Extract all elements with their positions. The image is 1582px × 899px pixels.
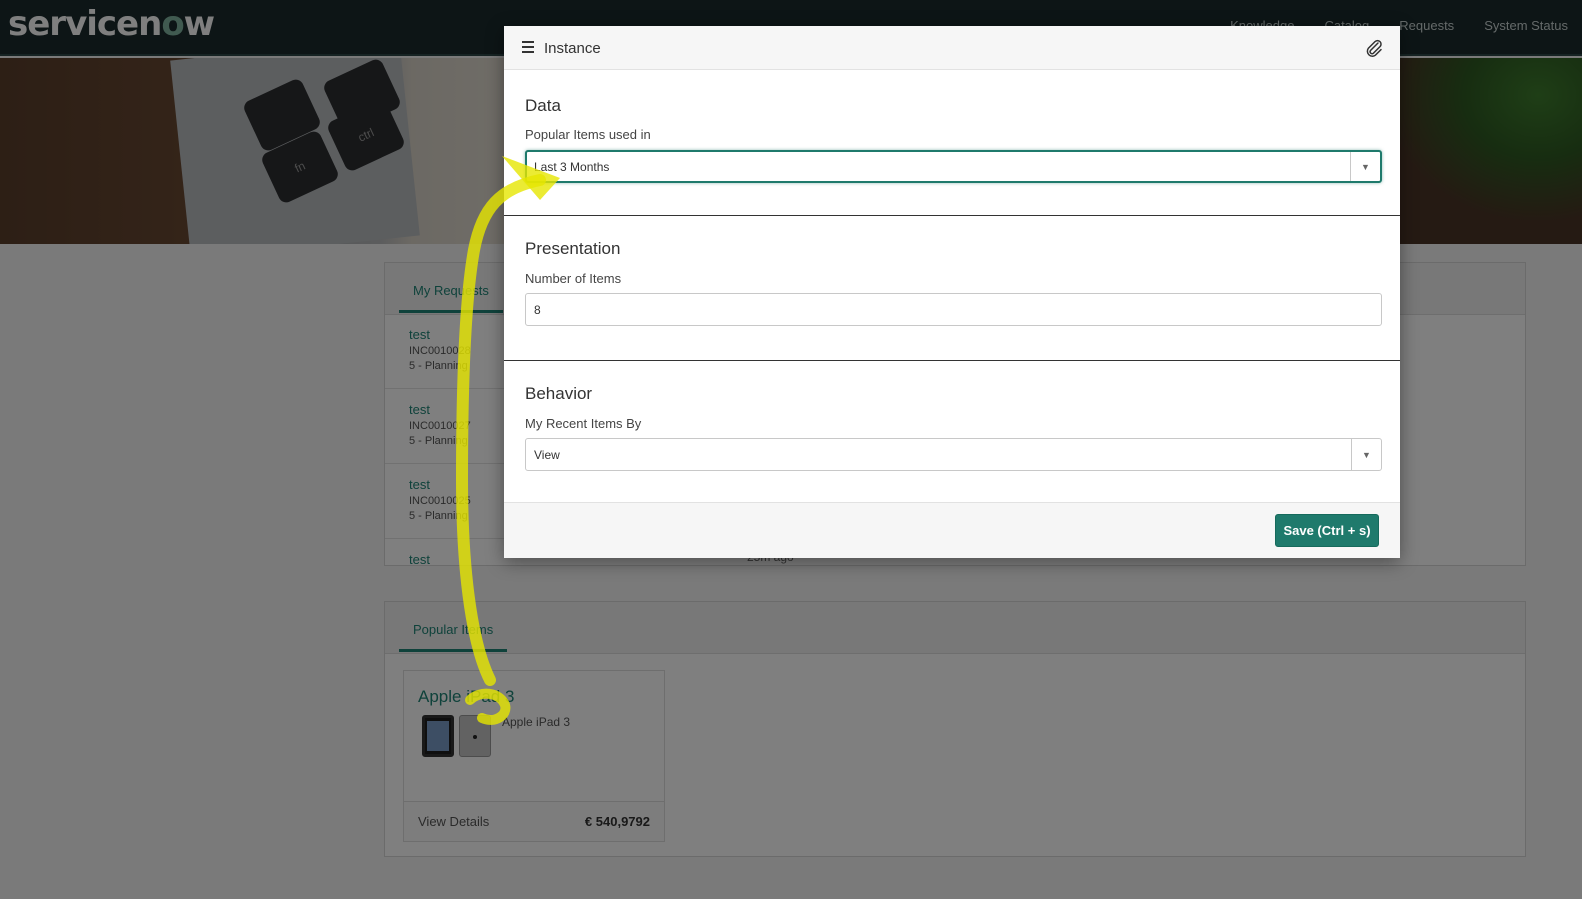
presentation-section: Presentation Number of Items 8 (504, 216, 1400, 361)
behavior-section: Behavior My Recent Items By View ▼ (504, 361, 1400, 501)
chevron-down-icon[interactable]: ▼ (1350, 152, 1380, 181)
popular-items-select[interactable]: Last 3 Months ▼ (525, 150, 1382, 183)
recent-items-by-select[interactable]: View ▼ (525, 438, 1382, 471)
menu-icon (522, 41, 534, 53)
paperclip-icon[interactable] (1364, 38, 1384, 58)
popular-items-value: Last 3 Months (534, 160, 610, 174)
modal-footer: Save (Ctrl + s) (504, 502, 1400, 558)
chevron-down-icon[interactable]: ▼ (1351, 439, 1381, 470)
recent-items-by-label: My Recent Items By (525, 416, 642, 431)
save-button[interactable]: Save (Ctrl + s) (1275, 514, 1379, 547)
recent-items-by-value: View (534, 448, 560, 462)
number-of-items-label: Number of Items (525, 271, 622, 286)
section-heading-presentation: Presentation (525, 239, 621, 258)
modal-title: Instance (544, 40, 601, 57)
popular-items-label: Popular Items used in (525, 127, 651, 142)
section-heading-data: Data (525, 96, 561, 115)
section-heading-behavior: Behavior (525, 384, 593, 403)
number-of-items-value: 8 (534, 303, 541, 317)
number-of-items-input[interactable]: 8 (525, 293, 1382, 326)
modal-header: Instance (504, 26, 1400, 70)
instance-options-modal: Instance Data Popular Items used in Last… (504, 26, 1400, 558)
